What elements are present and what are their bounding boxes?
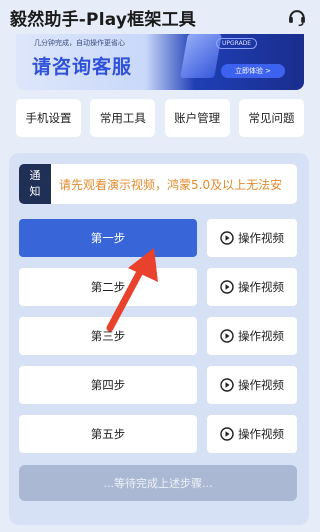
account-management-button[interactable]: 账户管理 [164, 99, 230, 137]
video-button-label: 操作视频 [238, 329, 284, 343]
notice-tag-line2: 知 [29, 185, 41, 198]
step-4-video-button[interactable]: 操作视频 [207, 366, 297, 404]
video-button-label: 操作视频 [238, 378, 284, 392]
video-button-label: 操作视频 [238, 427, 284, 441]
app-header: 毅然助手-Play框架工具 [0, 0, 318, 34]
pointer-arrow-icon [106, 248, 158, 332]
banner-tag: UPGRADE [216, 38, 258, 49]
wait-for-steps-button: ...等待完成上述步骤... [19, 465, 297, 501]
notice-bar: 通 知 请先观看演示视频，鸿蒙5.0及以上无法安 [19, 164, 297, 204]
play-circle-icon [220, 231, 234, 245]
banner-subtitle: 几分钟完成，自动操作更省心 [34, 39, 125, 47]
step-row: 第四步 操作视频 [19, 366, 297, 404]
banner-headline: 请咨询客服 [32, 56, 133, 78]
app-title: 毅然助手-Play框架工具 [10, 9, 196, 30]
common-tools-button[interactable]: 常用工具 [90, 99, 156, 137]
promo-banner[interactable]: 几分钟完成，自动操作更省心 请咨询客服 UPGRADE 立即体验 > [16, 28, 304, 90]
tool-bar: 手机设置 常用工具 账户管理 常见问题 [16, 99, 304, 137]
step-5-button[interactable]: 第五步 [19, 415, 197, 453]
step-5-video-button[interactable]: 操作视频 [207, 415, 297, 453]
step-3-video-button[interactable]: 操作视频 [207, 317, 297, 355]
play-circle-icon [220, 427, 234, 441]
video-button-label: 操作视频 [238, 280, 284, 294]
notice-tag-line1: 通 [29, 169, 41, 182]
step-row: 第五步 操作视频 [19, 415, 297, 453]
step-2-video-button[interactable]: 操作视频 [207, 268, 297, 306]
notice-tag: 通 知 [19, 164, 51, 204]
step-4-button[interactable]: 第四步 [19, 366, 197, 404]
faq-button[interactable]: 常见问题 [238, 99, 304, 137]
play-circle-icon [220, 378, 234, 392]
banner-cta-button[interactable]: 立即体验 > [221, 64, 285, 78]
phone-settings-button[interactable]: 手机设置 [16, 99, 81, 137]
headset-icon[interactable] [286, 6, 308, 28]
play-circle-icon [220, 329, 234, 343]
video-button-label: 操作视频 [238, 231, 284, 245]
step-1-video-button[interactable]: 操作视频 [207, 219, 297, 257]
notice-message: 请先观看演示视频，鸿蒙5.0及以上无法安 [59, 178, 283, 192]
play-circle-icon [220, 280, 234, 294]
steps-panel: 通 知 请先观看演示视频，鸿蒙5.0及以上无法安 第一步 操作视频 第二步 操作… [9, 153, 309, 525]
